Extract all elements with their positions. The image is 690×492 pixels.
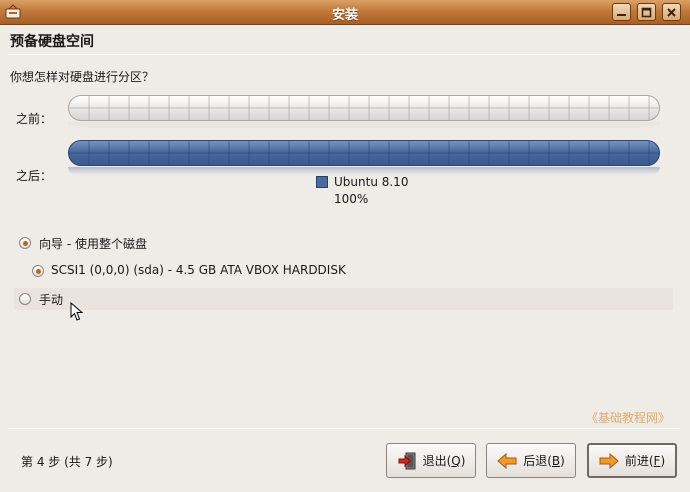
- partition-question: 你想怎样对硬盘进行分区？: [10, 70, 155, 84]
- close-button[interactable]: [662, 3, 681, 21]
- legend-swatch: [316, 176, 328, 188]
- manual-option-label[interactable]: 手动: [39, 291, 63, 308]
- forward-button[interactable]: 前进(F): [587, 443, 677, 478]
- arrow-right-icon: [599, 452, 619, 469]
- forward-label: 前进(F): [624, 454, 666, 468]
- guided-option-label[interactable]: 向导 - 使用整个磁盘: [39, 235, 147, 252]
- partition-bar-before: [68, 95, 660, 121]
- disk-option-label[interactable]: SCSI1 (0,0,0) (sda) - 4.5 GB ATA VBOX HA…: [51, 263, 346, 277]
- before-label: 之前：: [16, 112, 53, 126]
- watermark-text: 《基础教程网》: [585, 411, 670, 425]
- maximize-button[interactable]: [637, 3, 656, 21]
- arrow-left-icon: [497, 452, 517, 469]
- quit-button[interactable]: 退出(Q): [386, 443, 476, 478]
- disk-radio[interactable]: [32, 265, 44, 277]
- heading-divider: [8, 54, 680, 55]
- footer-divider: [8, 428, 680, 429]
- legend-percent: 100%: [334, 192, 369, 206]
- back-label: 后退(B): [523, 454, 565, 468]
- legend-name: Ubuntu 8.10: [334, 175, 409, 189]
- bar-after-grid: [69, 141, 659, 165]
- window-titlebar[interactable]: 安装: [0, 0, 690, 25]
- bar-before-reflection: [68, 122, 660, 130]
- page-heading: 预备硬盘空间: [10, 34, 94, 50]
- back-button[interactable]: 后退(B): [486, 443, 576, 478]
- close-icon: [667, 7, 676, 17]
- bar-after-reflection: [68, 167, 660, 175]
- maximize-icon: [641, 7, 652, 17]
- partition-bar-after: [68, 140, 660, 166]
- minimize-icon: [617, 13, 626, 16]
- bar-before-grid: [69, 96, 659, 120]
- manual-radio[interactable]: [19, 293, 31, 305]
- step-indicator: 第 4 步 (共 7 步): [21, 455, 113, 469]
- quit-label: 退出(Q): [422, 454, 466, 468]
- guided-radio[interactable]: [19, 237, 31, 249]
- window-title: 安装: [331, 8, 358, 23]
- after-label: 之后：: [16, 169, 53, 183]
- manual-option-row[interactable]: [14, 288, 673, 310]
- mouse-pointer-icon: [70, 302, 84, 321]
- quit-icon: [398, 452, 416, 469]
- minimize-button[interactable]: [612, 3, 631, 21]
